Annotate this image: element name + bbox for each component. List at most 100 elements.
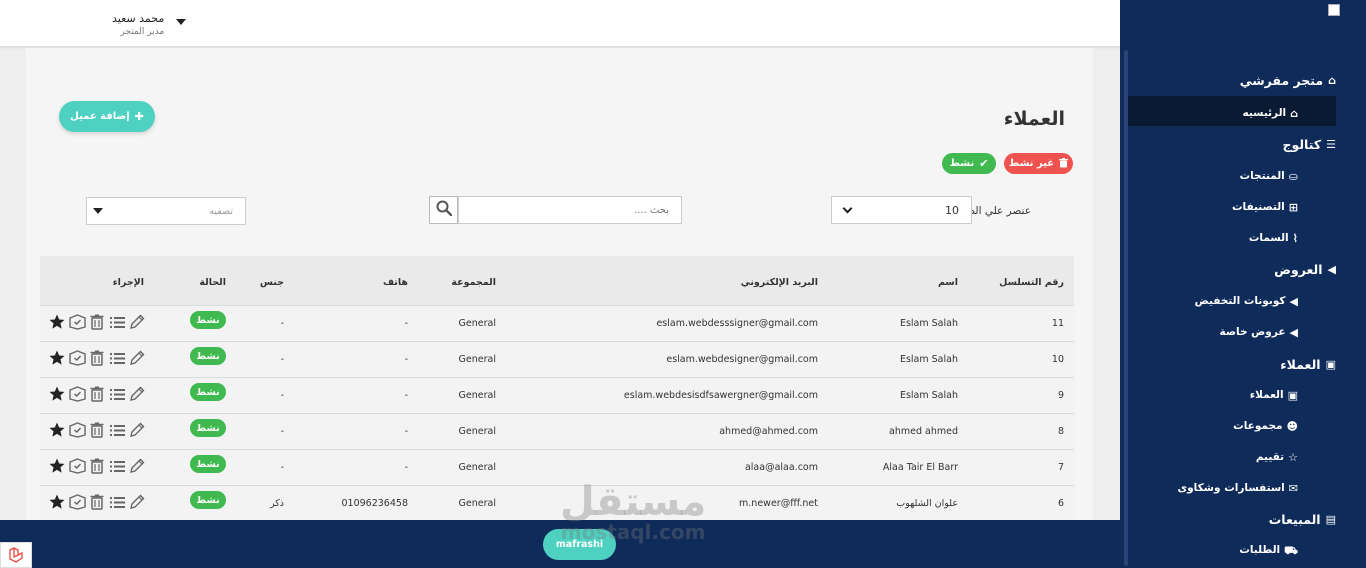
money-icon: ▤ bbox=[1325, 513, 1336, 526]
sidebar-scrollbar[interactable] bbox=[1124, 50, 1128, 566]
edit-icon[interactable] bbox=[128, 421, 146, 439]
row-actions bbox=[48, 421, 146, 439]
list-icon[interactable] bbox=[108, 313, 126, 331]
list-icon[interactable] bbox=[108, 385, 126, 403]
megaphone-icon: ◀ bbox=[1289, 325, 1298, 339]
sidebar: ⌂ متجر مفرشي ⌂ الرئيسيه ☰ كتالوج ⛀ المنت… bbox=[1120, 0, 1366, 568]
col-phone[interactable]: هاتف bbox=[383, 277, 408, 288]
sidebar-section-label: العروض bbox=[1274, 262, 1323, 277]
search-icon bbox=[436, 200, 452, 220]
chevron-down-icon bbox=[842, 203, 853, 214]
status-badge[interactable]: نشط bbox=[190, 383, 226, 401]
edit-icon[interactable] bbox=[128, 385, 146, 403]
status-badge[interactable]: نشط bbox=[190, 455, 226, 473]
cell-group: General bbox=[458, 318, 496, 329]
database-icon: ☰ bbox=[1326, 138, 1336, 151]
cell-serial: 10 bbox=[1051, 354, 1064, 365]
col-gender[interactable]: جنس bbox=[260, 277, 284, 288]
status-badge[interactable]: نشط bbox=[190, 419, 226, 437]
search-button[interactable] bbox=[429, 196, 458, 224]
customers-table: رقم التسلسل اسم البريد الإلكتروني المجمو… bbox=[40, 256, 1074, 522]
user-menu[interactable]: محمد سعيد مدير المتجر bbox=[112, 12, 164, 37]
approve-box-icon[interactable] bbox=[68, 457, 86, 475]
cell-gender: ذكر bbox=[270, 498, 284, 509]
search-input[interactable] bbox=[458, 196, 682, 224]
cell-serial: 9 bbox=[1057, 390, 1064, 401]
approve-box-icon[interactable] bbox=[68, 385, 86, 403]
list-icon[interactable] bbox=[108, 493, 126, 511]
table-row: 9 Eslam Salah eslam.webdesisdfsawergner@… bbox=[40, 378, 1074, 414]
sidebar-item-categories[interactable]: ⊞ التصنيفات bbox=[1232, 201, 1298, 213]
trash-icon[interactable] bbox=[88, 493, 106, 511]
col-name[interactable]: اسم bbox=[938, 277, 958, 288]
row-actions bbox=[48, 385, 146, 403]
trash-icon[interactable] bbox=[88, 385, 106, 403]
star-icon[interactable] bbox=[48, 349, 66, 367]
status-badge[interactable]: نشط bbox=[190, 311, 226, 329]
col-email[interactable]: البريد الإلكتروني bbox=[741, 277, 818, 288]
star-icon[interactable] bbox=[48, 457, 66, 475]
edit-icon[interactable] bbox=[128, 313, 146, 331]
list-icon[interactable] bbox=[108, 349, 126, 367]
per-page-select[interactable]: 10 bbox=[831, 196, 972, 224]
sidebar-item-inquiries[interactable]: ✉ استفسارات وشكاوى bbox=[1177, 482, 1298, 494]
status-badge[interactable]: نشط bbox=[190, 347, 226, 365]
star-icon[interactable] bbox=[48, 313, 66, 331]
approve-box-icon[interactable] bbox=[68, 421, 86, 439]
trash-icon[interactable] bbox=[88, 421, 106, 439]
table-row: 6 علوان الشلهوب m.newer@fff.net General … bbox=[40, 486, 1074, 522]
approve-box-icon[interactable] bbox=[68, 349, 86, 367]
star-icon[interactable] bbox=[48, 421, 66, 439]
col-group[interactable]: المجموعة bbox=[451, 277, 496, 288]
edit-icon[interactable] bbox=[128, 493, 146, 511]
sidebar-item-special-offers[interactable]: ◀ عروض خاصة bbox=[1219, 326, 1298, 338]
basket-icon: ⛀ bbox=[1288, 169, 1298, 183]
sidebar-section-sales[interactable]: ▤ المبيعات bbox=[1269, 512, 1336, 527]
sidebar-item-groups[interactable]: ☻ مجموعات bbox=[1233, 420, 1298, 432]
sidebar-item-products[interactable]: ⛀ المنتجات bbox=[1240, 170, 1298, 182]
trash-icon[interactable] bbox=[88, 313, 106, 331]
sidebar-section-store[interactable]: ⌂ متجر مفرشي bbox=[1240, 73, 1336, 88]
cell-phone: - bbox=[404, 426, 408, 437]
sidebar-item-orders[interactable]: ⛟ الطلبات bbox=[1239, 544, 1298, 556]
sidebar-item-coupons[interactable]: ◀ كوبونات التخفيض bbox=[1195, 295, 1298, 307]
filter-active-button[interactable]: ✔ نشط bbox=[942, 153, 996, 174]
star-icon[interactable] bbox=[48, 493, 66, 511]
approve-box-icon[interactable] bbox=[68, 493, 86, 511]
sidebar-item-reviews[interactable]: ☆ تقييم bbox=[1256, 451, 1298, 463]
sidebar-item-label: الرئيسيه bbox=[1242, 107, 1287, 119]
cell-gender: - bbox=[280, 354, 284, 365]
sitemap-icon: ⊞ bbox=[1288, 200, 1298, 214]
star-icon[interactable] bbox=[48, 385, 66, 403]
col-status[interactable]: الحالة bbox=[199, 277, 226, 288]
approve-box-icon[interactable] bbox=[68, 313, 86, 331]
trash-icon[interactable] bbox=[88, 457, 106, 475]
home-icon: ⌂ bbox=[1290, 106, 1298, 120]
user-menu-caret-icon[interactable] bbox=[176, 19, 186, 25]
col-serial[interactable]: رقم التسلسل bbox=[999, 277, 1064, 288]
sidebar-item-attributes[interactable]: ⌇ السمات bbox=[1249, 232, 1298, 244]
list-icon[interactable] bbox=[108, 421, 126, 439]
filter-inactive-button[interactable]: غير نشط bbox=[1004, 153, 1073, 174]
sidebar-section-offers[interactable]: ◀ العروض bbox=[1274, 262, 1336, 277]
list-icon[interactable] bbox=[108, 457, 126, 475]
edit-icon[interactable] bbox=[128, 457, 146, 475]
sidebar-section-catalog[interactable]: ☰ كتالوج bbox=[1283, 137, 1336, 152]
sidebar-item-customers[interactable]: ▣ العملاء bbox=[1250, 389, 1298, 401]
sidebar-item-home[interactable]: ⌂ الرئيسيه bbox=[1242, 107, 1298, 119]
sidebar-item-label: السمات bbox=[1248, 232, 1289, 244]
contact-card-icon: ▣ bbox=[1325, 358, 1336, 371]
sidebar-section-customers[interactable]: ▣ العملاء bbox=[1280, 357, 1336, 372]
table-body: 11 Eslam Salah eslam.webdesssigner@gmail… bbox=[40, 306, 1074, 522]
filter-select[interactable]: تصفيه bbox=[86, 197, 246, 225]
page-title: العملاء bbox=[1003, 108, 1065, 130]
cell-email: eslam.webdesssigner@gmail.com bbox=[656, 318, 818, 329]
trash-icon[interactable] bbox=[88, 349, 106, 367]
status-badge[interactable]: نشط bbox=[190, 491, 226, 509]
cell-name: علوان الشلهوب bbox=[896, 498, 958, 509]
store-logo bbox=[1328, 4, 1340, 16]
brand-button[interactable]: mafrashi bbox=[543, 529, 616, 560]
edit-icon[interactable] bbox=[128, 349, 146, 367]
add-customer-button[interactable]: ✚ إضافة عميل bbox=[59, 101, 155, 132]
cell-group: General bbox=[458, 462, 496, 473]
